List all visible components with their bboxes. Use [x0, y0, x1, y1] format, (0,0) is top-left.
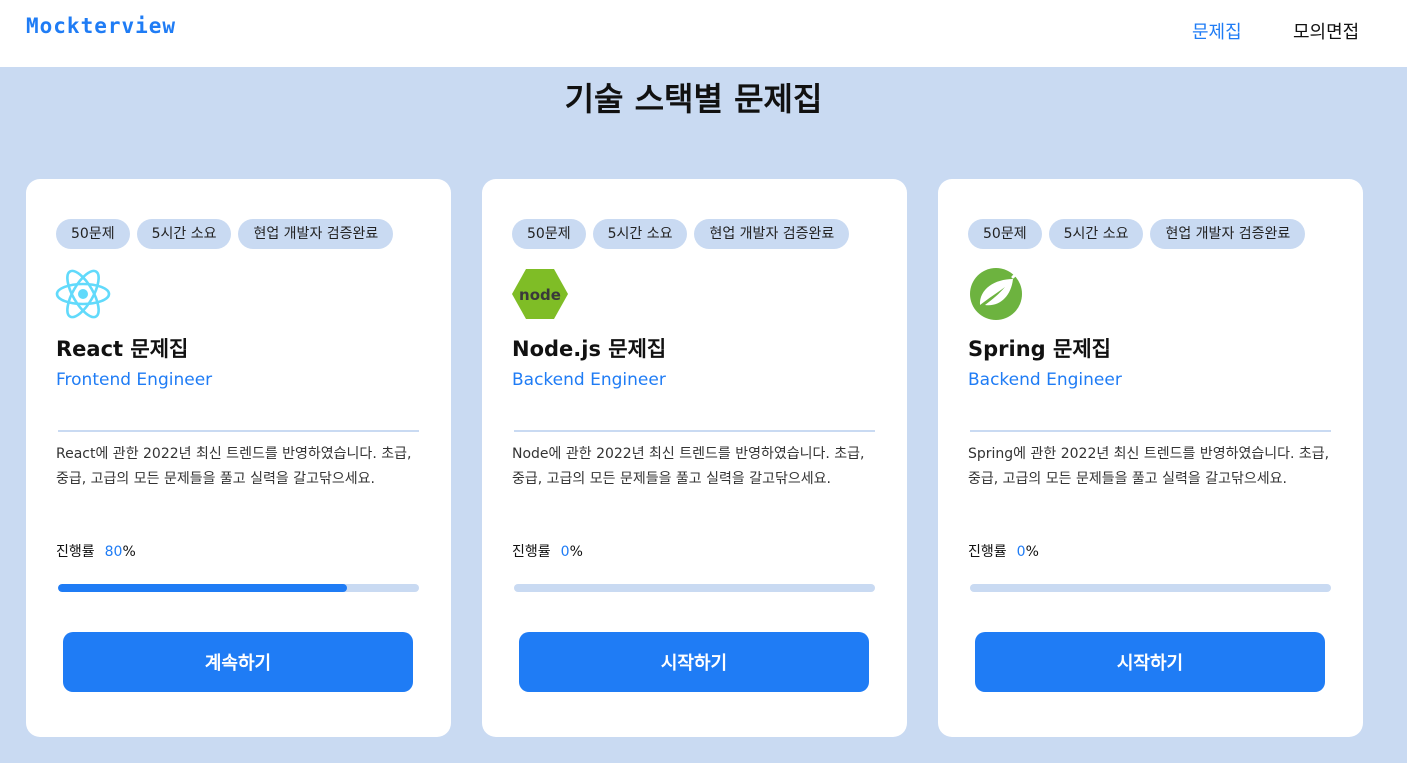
- nav-link-problem-sets[interactable]: 문제집: [1192, 18, 1242, 44]
- card-role: Backend Engineer: [512, 370, 666, 390]
- progress-label-text: 진행률: [968, 544, 1007, 560]
- progress-value: 0: [1016, 544, 1026, 560]
- problem-set-card-spring: 50문제 5시간 소요 현업 개발자 검증완료 Spring 문제집 Backend…: [938, 179, 1363, 737]
- nav-link-mock-interview[interactable]: 모의면접: [1293, 18, 1359, 44]
- progress-bar: [514, 584, 875, 592]
- progress-value: 80: [104, 544, 123, 560]
- tag-duration: 5시간 소요: [1048, 219, 1144, 249]
- divider: [970, 430, 1331, 432]
- react-icon: [55, 269, 111, 319]
- start-button[interactable]: 시작하기: [975, 632, 1325, 692]
- mockterview-logo[interactable]: Mockterview: [26, 14, 176, 38]
- progress-unit: %: [569, 544, 583, 560]
- tag-list: 50문제 5시간 소요 현업 개발자 검증완료: [56, 219, 400, 249]
- divider: [514, 430, 875, 432]
- nodejs-icon-text: node: [519, 286, 561, 304]
- progress-label: 진행률 0%: [968, 541, 1039, 561]
- continue-button[interactable]: 계속하기: [63, 632, 413, 692]
- tag-question-count: 50문제: [512, 219, 586, 249]
- card-title: Node.js 문제집: [512, 337, 667, 361]
- progress-label: 진행률 0%: [512, 541, 583, 561]
- card-description: React에 관한 2022년 최신 트렌드를 반영하였습니다. 초급, 중급,…: [56, 446, 412, 487]
- card-description: Node에 관한 2022년 최신 트렌드를 반영하였습니다. 초급, 중급, …: [512, 446, 865, 487]
- divider: [58, 430, 419, 432]
- start-button[interactable]: 시작하기: [519, 632, 869, 692]
- card-title: React 문제집: [56, 337, 189, 361]
- tag-verified: 현업 개발자 검증완료: [1150, 219, 1306, 249]
- progress-value: 0: [560, 544, 570, 560]
- card-title: Spring 문제집: [968, 337, 1111, 361]
- tag-list: 50문제 5시간 소요 현업 개발자 검증완료: [968, 219, 1312, 249]
- card-role: Backend Engineer: [968, 370, 1122, 390]
- tag-verified: 현업 개발자 검증완료: [694, 219, 850, 249]
- progress-bar: [970, 584, 1331, 592]
- progress-label-text: 진행률: [56, 544, 95, 560]
- progress-bar: [58, 584, 419, 592]
- progress-unit: %: [122, 544, 136, 560]
- spring-icon: [970, 268, 1022, 320]
- card-role: Frontend Engineer: [56, 370, 213, 390]
- card-description: Spring에 관한 2022년 최신 트렌드를 반영하였습니다. 초급, 중급…: [968, 446, 1330, 487]
- problem-set-card-react: 50문제 5시간 소요 현업 개발자 검증완료 React 문제집 Frontend…: [26, 179, 451, 737]
- tag-question-count: 50문제: [968, 219, 1042, 249]
- nodejs-icon: node: [512, 269, 568, 319]
- tag-verified: 현업 개발자 검증완료: [238, 219, 394, 249]
- tag-duration: 5시간 소요: [592, 219, 688, 249]
- progress-unit: %: [1025, 544, 1039, 560]
- top-navbar: Mockterview 문제집 모의면접: [0, 0, 1407, 67]
- progress-label: 진행률 80%: [56, 541, 136, 561]
- page-title: 기술 스택별 문제집: [564, 80, 823, 118]
- tag-question-count: 50문제: [56, 219, 130, 249]
- progress-label-text: 진행률: [512, 544, 551, 560]
- tag-list: 50문제 5시간 소요 현업 개발자 검증완료: [512, 219, 856, 249]
- progress-bar-fill: [58, 584, 347, 592]
- problem-set-card-nodejs: 50문제 5시간 소요 현업 개발자 검증완료 node Node.js 문제집 B…: [482, 179, 907, 737]
- tag-duration: 5시간 소요: [136, 219, 232, 249]
